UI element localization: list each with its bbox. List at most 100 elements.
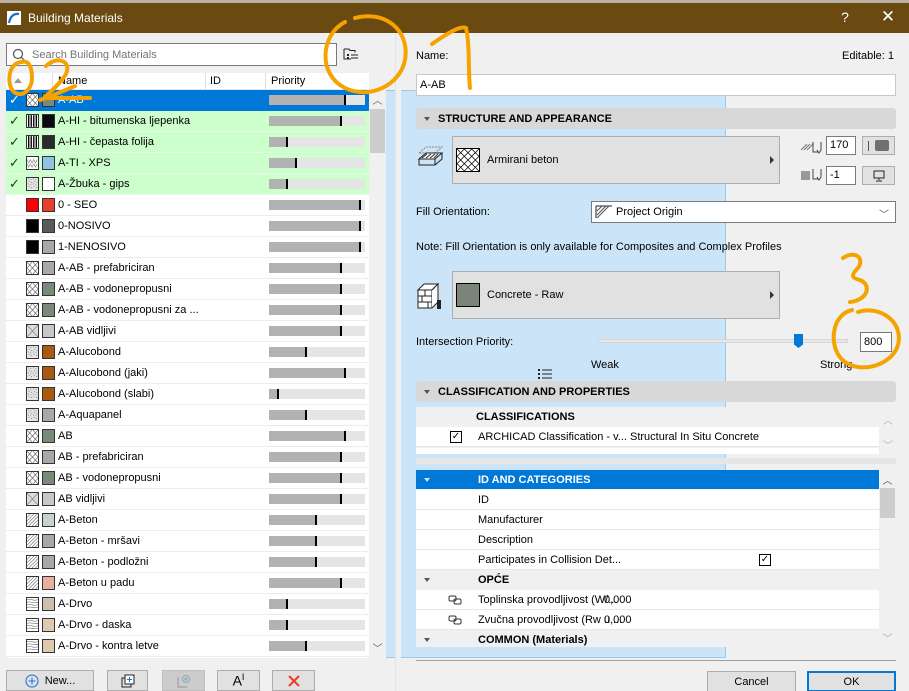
section-title: CLASSIFICATION AND PROPERTIES <box>438 385 630 398</box>
material-row[interactable]: 0 - SEO <box>6 195 369 216</box>
scroll-down-icon[interactable]: ﹀ <box>879 630 896 645</box>
surface-picker[interactable]: Concrete - Raw <box>452 271 780 319</box>
column-separator[interactable] <box>52 73 53 90</box>
new-material-button[interactable]: New... <box>6 670 94 691</box>
delete-x-icon <box>287 674 300 687</box>
material-row[interactable]: AB - prefabriciran <box>6 447 369 468</box>
close-button[interactable]: ✕ <box>879 7 897 27</box>
property-row[interactable]: Description <box>416 530 879 550</box>
structure-appearance-header[interactable]: STRUCTURE AND APPEARANCE <box>416 108 896 129</box>
name-input[interactable]: A-AB <box>416 74 896 96</box>
scroll-up-icon[interactable]: ︿ <box>880 412 896 427</box>
material-row[interactable]: A-Drvo - kontra letve <box>6 636 369 657</box>
materials-list-scrollbar[interactable]: ︿ ﹀ <box>369 90 386 658</box>
material-row[interactable]: ✓ A-Žbuka - gips <box>6 174 369 195</box>
classification-row[interactable]: ✓ ARCHICAD Classification - v... Structu… <box>416 427 879 447</box>
material-row[interactable]: A-Beton <box>6 510 369 531</box>
collapse-triangle-icon[interactable] <box>424 578 430 582</box>
scroll-down-icon[interactable]: ﹀ <box>880 437 896 452</box>
property-row[interactable]: Manufacturer <box>416 510 879 530</box>
material-row[interactable]: ✓ A-HI - bitumenska ljepenka <box>6 111 369 132</box>
property-row[interactable]: Participates in Collision Det... ✓ <box>416 550 879 570</box>
classifications-header: CLASSIFICATIONS <box>416 407 879 427</box>
classification-checkbox[interactable]: ✓ <box>450 431 462 443</box>
material-row[interactable]: A-AB vidljivi <box>6 321 369 342</box>
material-row[interactable]: AB vidljivi <box>6 489 369 510</box>
background-pen-input[interactable]: -1 <box>826 166 856 185</box>
surface-color-swatch <box>42 261 55 275</box>
classification-properties-header[interactable]: CLASSIFICATION AND PROPERTIES <box>416 381 896 402</box>
material-row[interactable]: A-AB - prefabriciran <box>6 258 369 279</box>
panel-splitter[interactable] <box>395 33 401 691</box>
priority-bar <box>269 284 365 294</box>
import-button[interactable] <box>162 670 205 691</box>
material-row[interactable]: A-Beton - mršavi <box>6 531 369 552</box>
scroll-down-icon[interactable]: ﹀ <box>369 640 386 656</box>
priority-bar-fill <box>269 326 342 336</box>
property-group-row[interactable]: ID AND CATEGORIES <box>416 470 879 490</box>
property-group-row[interactable]: COMMON (Materials) <box>416 630 879 647</box>
material-row[interactable]: A-AB - vodonepropusni za ... <box>6 300 369 321</box>
property-value[interactable]: 0,000 <box>604 614 632 626</box>
fill-orientation-select[interactable]: Project Origin ﹀ <box>591 201 896 223</box>
display-button[interactable] <box>862 166 895 185</box>
material-row[interactable]: ✓ A-AB <box>6 90 369 111</box>
priority-bar <box>269 473 365 483</box>
column-header-id[interactable]: ID <box>210 75 221 87</box>
material-row[interactable]: ✓ A-TI - XPS <box>6 153 369 174</box>
collapse-triangle-icon[interactable] <box>424 478 430 482</box>
material-row[interactable]: A-Beton - podložni <box>6 552 369 573</box>
cut-fill-swatch-icon <box>26 282 39 296</box>
sort-by-usage-icon[interactable] <box>14 78 22 83</box>
property-row[interactable]: ID <box>416 490 879 510</box>
property-value[interactable]: 0,000 <box>604 594 632 606</box>
delete-button[interactable] <box>272 670 315 691</box>
priority-bar-fill <box>269 599 288 609</box>
collision-detection-checkbox[interactable]: ✓ <box>759 554 771 566</box>
rename-button[interactable]: AI <box>217 670 260 691</box>
scrollbar-thumb[interactable] <box>370 109 385 153</box>
column-header-priority[interactable]: Priority <box>271 75 305 87</box>
fill-pen-input[interactable]: 170 <box>826 136 856 155</box>
material-row[interactable]: A-AB - vodonepropusni <box>6 279 369 300</box>
classifications-title: CLASSIFICATIONS <box>476 411 575 423</box>
collapse-triangle-icon[interactable] <box>424 638 430 642</box>
material-row[interactable]: A-Alucobond <box>6 342 369 363</box>
search-input[interactable] <box>32 48 336 61</box>
material-row[interactable]: 0-NOSIVO <box>6 216 369 237</box>
help-button[interactable]: ? <box>838 9 852 25</box>
duplicate-button[interactable] <box>107 670 148 691</box>
property-group-row[interactable]: OPĆE <box>416 570 879 590</box>
material-row[interactable]: ✓ A-HI - čepasta folija <box>6 132 369 153</box>
slider-thumb[interactable] <box>794 334 803 348</box>
monitor-icon <box>873 170 884 181</box>
scrollbar-thumb[interactable] <box>880 488 895 518</box>
folder-view-button[interactable] <box>340 43 362 65</box>
material-row[interactable]: A-Alucobond (jaki) <box>6 363 369 384</box>
material-row[interactable]: A-Drvo <box>6 594 369 615</box>
search-field[interactable] <box>6 43 337 66</box>
property-row[interactable]: Zvučna provodljivost (Rw u ... 0,000 <box>416 610 879 630</box>
material-row[interactable]: A-Alucobond (slabi) <box>6 384 369 405</box>
ok-button[interactable]: OK <box>807 671 896 691</box>
fill-line-type-button[interactable] <box>862 136 895 155</box>
properties-scrollbar[interactable]: ︿ ﹀ <box>879 470 896 647</box>
material-row[interactable]: A-Beton u padu <box>6 573 369 594</box>
intersection-priority-input[interactable]: 800 <box>860 332 892 352</box>
material-row[interactable]: 1-NENOSIVO <box>6 237 369 258</box>
intersection-priority-slider[interactable] <box>598 334 848 348</box>
material-name: A-HI - čepasta folija <box>58 136 154 148</box>
column-separator[interactable] <box>265 73 266 90</box>
column-separator[interactable] <box>205 73 206 90</box>
column-header-name[interactable]: Name <box>58 75 87 87</box>
material-name: A-HI - bitumenska ljepenka <box>58 115 191 127</box>
scroll-up-icon[interactable]: ︿ <box>369 92 386 108</box>
cut-fill-picker[interactable]: Armirani beton <box>452 136 780 184</box>
material-row[interactable]: AB - vodonepropusni <box>6 468 369 489</box>
material-row[interactable]: AB <box>6 426 369 447</box>
material-row[interactable]: A-Aquapanel <box>6 405 369 426</box>
property-row[interactable]: Toplinska provodljivost (W/... 0,000 <box>416 590 879 610</box>
cancel-button[interactable]: Cancel <box>707 671 796 691</box>
material-row[interactable]: A-Drvo - daska <box>6 615 369 636</box>
scroll-up-icon[interactable]: ︿ <box>879 472 896 487</box>
